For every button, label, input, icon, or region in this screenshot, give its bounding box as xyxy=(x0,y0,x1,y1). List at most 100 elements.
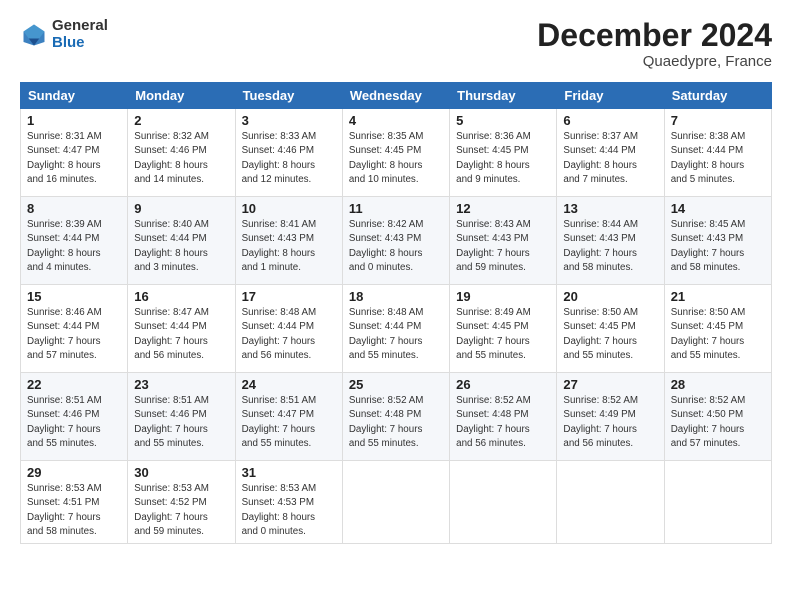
day-number: 20 xyxy=(563,289,657,304)
day-number: 3 xyxy=(242,113,336,128)
day-info: Sunrise: 8:35 AMSunset: 4:45 PMDaylight:… xyxy=(349,130,443,187)
table-cell xyxy=(450,461,557,544)
day-number: 17 xyxy=(242,289,336,304)
day-number: 31 xyxy=(242,465,336,480)
day-number: 2 xyxy=(134,113,228,128)
table-cell: 11Sunrise: 8:42 AMSunset: 4:43 PMDayligh… xyxy=(342,197,449,285)
table-cell xyxy=(557,461,664,544)
logo-text: General Blue xyxy=(52,18,108,51)
day-number: 19 xyxy=(456,289,550,304)
day-info: Sunrise: 8:50 AMSunset: 4:45 PMDaylight:… xyxy=(563,306,657,363)
table-cell: 23 Sunrise: 8:51 AMSunset: 4:46 PMDayligh… xyxy=(128,373,235,461)
col-saturday: Saturday xyxy=(664,83,771,109)
day-info: Sunrise: 8:41 AMSunset: 4:43 PMDaylight:… xyxy=(242,218,336,275)
day-info: Sunrise: 8:37 AMSunset: 4:44 PMDaylight:… xyxy=(563,130,657,187)
table-cell: 3 Sunrise: 8:33 AMSunset: 4:46 PMDaylight… xyxy=(235,109,342,197)
col-tuesday: Tuesday xyxy=(235,83,342,109)
table-cell xyxy=(342,461,449,544)
day-number: 1 xyxy=(27,113,121,128)
day-info: Sunrise: 8:52 AMSunset: 4:48 PMDaylight:… xyxy=(456,394,550,451)
day-info: Sunrise: 8:48 AMSunset: 4:44 PMDaylight:… xyxy=(349,306,443,363)
table-cell: 24 Sunrise: 8:51 AMSunset: 4:47 PMDayligh… xyxy=(235,373,342,461)
col-friday: Friday xyxy=(557,83,664,109)
day-number: 7 xyxy=(671,113,765,128)
day-number: 13 xyxy=(563,201,657,216)
day-number: 5 xyxy=(456,113,550,128)
day-info: Sunrise: 8:53 AMSunset: 4:53 PMDaylight:… xyxy=(242,482,336,539)
day-info: Sunrise: 8:52 AMSunset: 4:49 PMDaylight:… xyxy=(563,394,657,451)
day-number: 21 xyxy=(671,289,765,304)
day-info: Sunrise: 8:47 AMSunset: 4:44 PMDaylight:… xyxy=(134,306,228,363)
day-info: Sunrise: 8:51 AMSunset: 4:46 PMDaylight:… xyxy=(134,394,228,451)
day-info: Sunrise: 8:39 AMSunset: 4:44 PMDaylight:… xyxy=(27,218,121,275)
col-thursday: Thursday xyxy=(450,83,557,109)
day-info: Sunrise: 8:43 AMSunset: 4:43 PMDaylight:… xyxy=(456,218,550,275)
table-cell xyxy=(664,461,771,544)
table-cell: 6 Sunrise: 8:37 AMSunset: 4:44 PMDaylight… xyxy=(557,109,664,197)
table-cell: 16 Sunrise: 8:47 AMSunset: 4:44 PMDayligh… xyxy=(128,285,235,373)
day-number: 6 xyxy=(563,113,657,128)
logo-blue-text: Blue xyxy=(52,35,108,52)
day-number: 29 xyxy=(27,465,121,480)
day-info: Sunrise: 8:50 AMSunset: 4:45 PMDaylight:… xyxy=(671,306,765,363)
table-cell: 29 Sunrise: 8:53 AMSunset: 4:51 PMDayligh… xyxy=(21,461,128,544)
day-info: Sunrise: 8:40 AMSunset: 4:44 PMDaylight:… xyxy=(134,218,228,275)
table-cell: 21 Sunrise: 8:50 AMSunset: 4:45 PMDayligh… xyxy=(664,285,771,373)
table-cell: 18 Sunrise: 8:48 AMSunset: 4:44 PMDayligh… xyxy=(342,285,449,373)
day-number: 24 xyxy=(242,377,336,392)
day-number: 8 xyxy=(27,201,121,216)
day-number: 14 xyxy=(671,201,765,216)
day-info: Sunrise: 8:33 AMSunset: 4:46 PMDaylight:… xyxy=(242,130,336,187)
day-number: 18 xyxy=(349,289,443,304)
table-cell: 10 Sunrise: 8:41 AMSunset: 4:43 PMDayligh… xyxy=(235,197,342,285)
location-subtitle: Quaedypre, France xyxy=(537,53,772,70)
table-cell: 7Sunrise: 8:38 AMSunset: 4:44 PMDaylight… xyxy=(664,109,771,197)
day-info: Sunrise: 8:44 AMSunset: 4:43 PMDaylight:… xyxy=(563,218,657,275)
day-number: 10 xyxy=(242,201,336,216)
day-number: 27 xyxy=(563,377,657,392)
day-number: 12 xyxy=(456,201,550,216)
table-cell: 26 Sunrise: 8:52 AMSunset: 4:48 PMDayligh… xyxy=(450,373,557,461)
col-monday: Monday xyxy=(128,83,235,109)
table-cell: 8 Sunrise: 8:39 AMSunset: 4:44 PMDaylight… xyxy=(21,197,128,285)
table-cell: 28Sunrise: 8:52 AMSunset: 4:50 PMDayligh… xyxy=(664,373,771,461)
table-cell: 15Sunrise: 8:46 AMSunset: 4:44 PMDayligh… xyxy=(21,285,128,373)
table-cell: 5 Sunrise: 8:36 AMSunset: 4:45 PMDaylight… xyxy=(450,109,557,197)
calendar-table: Sunday Monday Tuesday Wednesday Thursday… xyxy=(20,82,772,544)
table-cell: 25 Sunrise: 8:52 AMSunset: 4:48 PMDayligh… xyxy=(342,373,449,461)
table-cell: 2Sunrise: 8:32 AMSunset: 4:46 PMDaylight… xyxy=(128,109,235,197)
day-info: Sunrise: 8:31 AMSunset: 4:47 PMDaylight:… xyxy=(27,130,121,187)
table-cell: 27 Sunrise: 8:52 AMSunset: 4:49 PMDayligh… xyxy=(557,373,664,461)
month-title: December 2024 xyxy=(537,18,772,53)
logo-icon xyxy=(20,21,48,49)
table-cell: 17Sunrise: 8:48 AMSunset: 4:44 PMDayligh… xyxy=(235,285,342,373)
day-number: 26 xyxy=(456,377,550,392)
day-info: Sunrise: 8:45 AMSunset: 4:43 PMDaylight:… xyxy=(671,218,765,275)
logo: General Blue xyxy=(20,18,108,51)
day-info: Sunrise: 8:42 AMSunset: 4:43 PMDaylight:… xyxy=(349,218,443,275)
table-cell: 30Sunrise: 8:53 AMSunset: 4:52 PMDayligh… xyxy=(128,461,235,544)
day-info: Sunrise: 8:52 AMSunset: 4:48 PMDaylight:… xyxy=(349,394,443,451)
page: General Blue December 2024 Quaedypre, Fr… xyxy=(0,0,792,612)
table-cell: 1 Sunrise: 8:31 AMSunset: 4:47 PMDaylight… xyxy=(21,109,128,197)
table-cell: 20 Sunrise: 8:50 AMSunset: 4:45 PMDayligh… xyxy=(557,285,664,373)
day-number: 9 xyxy=(134,201,228,216)
day-number: 16 xyxy=(134,289,228,304)
day-number: 15 xyxy=(27,289,121,304)
day-number: 23 xyxy=(134,377,228,392)
table-cell: 19 Sunrise: 8:49 AMSunset: 4:45 PMDayligh… xyxy=(450,285,557,373)
day-info: Sunrise: 8:51 AMSunset: 4:46 PMDaylight:… xyxy=(27,394,121,451)
table-cell: 12 Sunrise: 8:43 AMSunset: 4:43 PMDayligh… xyxy=(450,197,557,285)
day-info: Sunrise: 8:36 AMSunset: 4:45 PMDaylight:… xyxy=(456,130,550,187)
day-number: 25 xyxy=(349,377,443,392)
day-info: Sunrise: 8:51 AMSunset: 4:47 PMDaylight:… xyxy=(242,394,336,451)
title-block: December 2024 Quaedypre, France xyxy=(537,18,772,70)
day-info: Sunrise: 8:53 AMSunset: 4:51 PMDaylight:… xyxy=(27,482,121,539)
day-number: 30 xyxy=(134,465,228,480)
day-number: 22 xyxy=(27,377,121,392)
header: General Blue December 2024 Quaedypre, Fr… xyxy=(20,18,772,70)
day-number: 28 xyxy=(671,377,765,392)
table-cell: 13 Sunrise: 8:44 AMSunset: 4:43 PMDayligh… xyxy=(557,197,664,285)
day-info: Sunrise: 8:49 AMSunset: 4:45 PMDaylight:… xyxy=(456,306,550,363)
col-wednesday: Wednesday xyxy=(342,83,449,109)
